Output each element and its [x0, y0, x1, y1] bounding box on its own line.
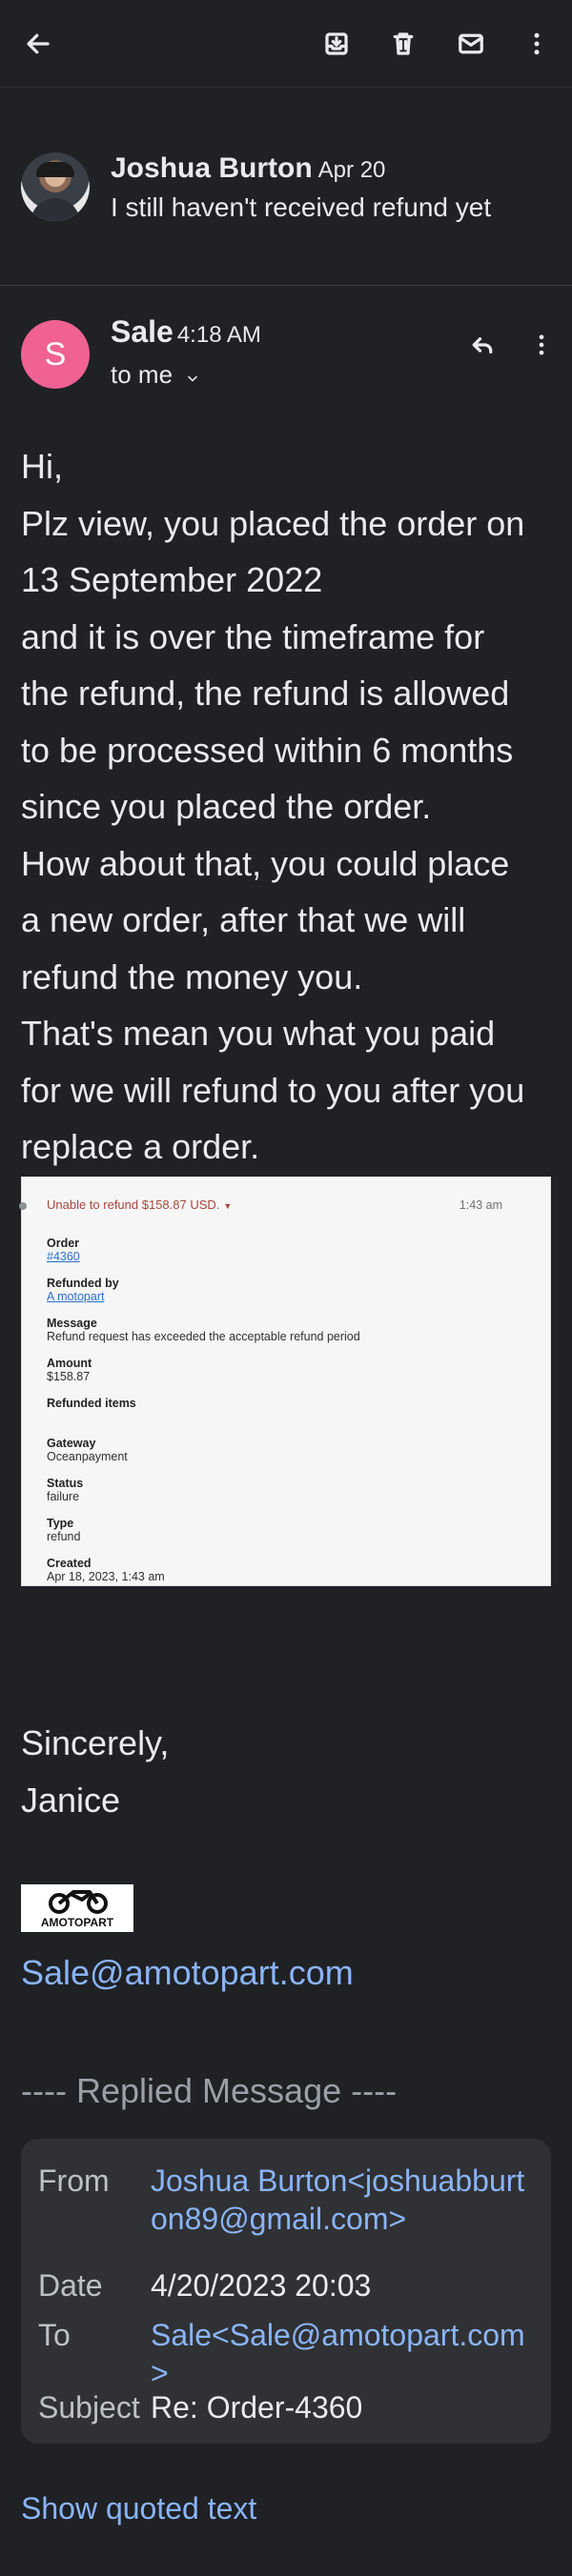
field-value: A motopart [47, 1290, 105, 1303]
quote-label: To [38, 2318, 71, 2352]
field-message: Message Refund request has exceeded the a… [47, 1317, 504, 1343]
body-line: and it is over the timeframe for [21, 616, 485, 656]
field-value: #4360 [47, 1250, 80, 1263]
refund-status-text: Unable to refund $158.87 USD. [47, 1197, 220, 1212]
message-snippet: I still haven't received refund yet [111, 192, 492, 222]
quote-value: 4/20/2023 20:03 [151, 2268, 372, 2303]
avatar: S [21, 320, 90, 389]
signature-email-link[interactable]: Sale@amotopart.com [21, 1953, 354, 1993]
field-value: Apr 18, 2023, 1:43 am [47, 1570, 165, 1583]
body-line: the refund, the refund is allowed [21, 674, 510, 713]
sender-name: Joshua Burton [111, 152, 313, 184]
body-line: since you placed the order. [21, 787, 432, 826]
timeline-dot [19, 1202, 27, 1210]
body-line: refund the money you. [21, 956, 363, 996]
quote-label: Subject [38, 2390, 140, 2425]
archive-icon[interactable] [317, 25, 356, 63]
body-line: How about that, you could place [21, 843, 510, 883]
signature: Sincerely, Janice [21, 1715, 169, 1829]
quote-label: Date [38, 2268, 103, 2303]
field-label: Message [47, 1317, 97, 1330]
body-line: a new order, after that we will [21, 900, 466, 939]
field-value: Oceanpayment [47, 1450, 128, 1463]
field-value: Refund request has exceeded the acceptab… [47, 1330, 360, 1343]
quote-label: From [38, 2163, 110, 2198]
sender-row: Joshua Burton Apr 20 [111, 152, 385, 185]
field-label: Gateway [47, 1437, 96, 1450]
field-value: failure [47, 1490, 80, 1503]
caret-down-icon: ▼ [223, 1201, 233, 1211]
svg-text:AMOTOPART: AMOTOPART [41, 1916, 114, 1929]
body-line: Plz view, you placed the order on [21, 503, 525, 543]
mail-icon[interactable] [452, 25, 490, 63]
company-logo: AMOTOPART [21, 1884, 133, 1932]
recipient-label: to me [111, 360, 174, 389]
collapsed-message[interactable]: Joshua Burton Apr 20 I still haven't rece… [0, 124, 572, 286]
replied-message-box: From Joshua Burton<joshuabburton89@gmail… [21, 2139, 551, 2444]
field-refunded-items: Refunded items [47, 1397, 504, 1410]
message-body: Hi, Plz view, you placed the order on 13… [21, 438, 555, 1176]
field-status: Status failure [47, 1477, 504, 1503]
more-vert-icon[interactable] [522, 326, 561, 364]
back-arrow-icon[interactable] [19, 25, 57, 63]
field-gateway: Gateway Oceanpayment [47, 1437, 504, 1463]
body-line: replace a order. [21, 1127, 260, 1166]
embedded-refund-screenshot[interactable]: Unable to refund $158.87 USD. ▼ 1:43 am O… [19, 1177, 551, 1586]
show-quoted-text-link[interactable]: Show quoted text [21, 2491, 256, 2526]
field-created: Created Apr 18, 2023, 1:43 am [47, 1557, 504, 1583]
avatar [21, 152, 90, 221]
field-label: Type [47, 1517, 74, 1530]
field-value: refund [47, 1530, 81, 1543]
field-label: Order [47, 1237, 80, 1250]
trash-icon[interactable] [384, 25, 422, 63]
from-email-link[interactable]: Joshua Burton<joshuabburton89@gmail.com> [151, 2162, 541, 2238]
field-order: Order #4360 [47, 1237, 504, 1263]
refund-status: Unable to refund $158.87 USD. ▼ [47, 1198, 232, 1213]
chevron-down-icon [188, 375, 198, 382]
message-date: Apr 20 [317, 157, 386, 183]
field-label: Refunded by [47, 1277, 119, 1290]
motorcycle-logo-icon: AMOTOPART [41, 1890, 114, 1929]
sender-name: Sale [111, 314, 174, 349]
sender-row: Sale 4:18 AM [111, 314, 261, 350]
body-line: That's mean you what you paid [21, 1014, 496, 1053]
to-email-link[interactable]: Sale<Sale@amotopart.com> [151, 2316, 541, 2392]
more-vert-icon[interactable] [518, 25, 556, 63]
field-label: Status [47, 1477, 84, 1490]
field-label: Refunded items [47, 1397, 136, 1410]
field-value: $158.87 [47, 1370, 91, 1383]
recipient-details-toggle[interactable]: to me [111, 360, 198, 390]
quote-value: Re: Order-4360 [151, 2390, 363, 2425]
field-type: Type refund [47, 1517, 504, 1543]
reply-icon[interactable] [463, 326, 501, 364]
signature-name: Janice [21, 1781, 121, 1820]
field-label: Amount [47, 1357, 92, 1370]
message-time: 4:18 AM [176, 322, 261, 348]
refund-time: 1:43 am [459, 1198, 502, 1212]
body-line: Hi, [21, 447, 63, 486]
field-refunded-by: Refunded by A motopart [47, 1277, 504, 1303]
field-label: Created [47, 1557, 92, 1570]
replied-message-header: ---- Replied Message ---- [21, 2071, 398, 2110]
body-line: 13 September 2022 [21, 560, 323, 599]
body-line: for we will refund to you after you [21, 1070, 525, 1110]
body-line: to be processed within 6 months [21, 730, 514, 770]
field-amount: Amount $158.87 [47, 1357, 504, 1383]
refund-fields: Order #4360 Refunded by A motopart Message… [47, 1237, 504, 1597]
signature-closing: Sincerely, [21, 1723, 170, 1762]
message-header: S Sale 4:18 AM to me [0, 292, 572, 406]
top-app-bar [0, 0, 572, 88]
